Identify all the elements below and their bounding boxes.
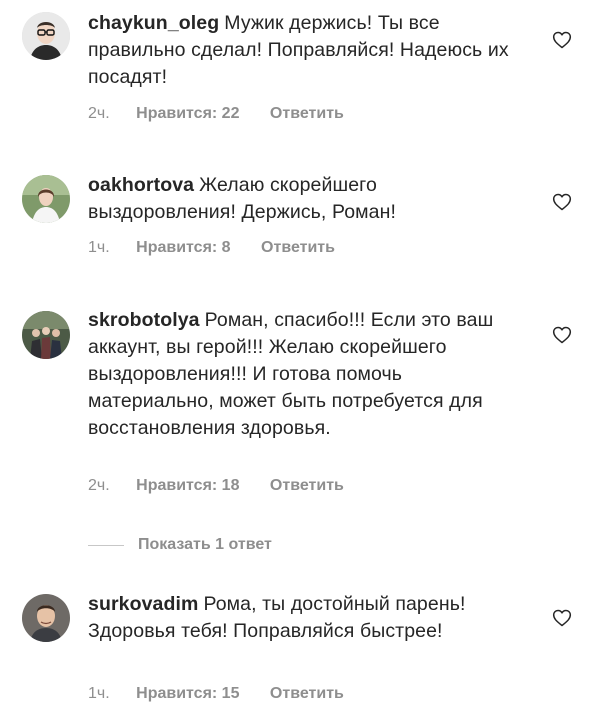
comment-likes[interactable]: Нравится: 22 [136, 105, 239, 123]
comment-username[interactable]: skrobotolya [88, 309, 200, 331]
avatar-people-group-image [22, 311, 70, 359]
reply-button[interactable]: Ответить [270, 105, 344, 123]
comment-time[interactable]: 2ч. [88, 477, 110, 495]
comment-username[interactable]: surkovadim [88, 593, 198, 615]
comment-likes[interactable]: Нравится: 8 [136, 239, 230, 257]
comment-likes[interactable]: Нравится: 15 [136, 685, 239, 703]
avatar-surkovadim[interactable] [22, 594, 70, 642]
reply-button[interactable]: Ответить [270, 685, 344, 703]
avatar-oakhortova[interactable] [22, 175, 70, 223]
avatar-chaykun-oleg[interactable] [22, 12, 70, 60]
comment-meta: 1ч. Нравится: 8 Ответить [88, 239, 335, 257]
comment-username[interactable]: chaykun_oleg [88, 12, 219, 34]
avatar-woman-outdoors-image [22, 175, 70, 223]
comment-time[interactable]: 1ч. [88, 239, 110, 257]
comment-time[interactable]: 2ч. [88, 105, 110, 123]
heart-icon[interactable] [552, 30, 572, 50]
comment-body: chaykun_oleg Мужик держись! Ты все правил… [88, 10, 528, 91]
heart-icon[interactable] [552, 192, 572, 212]
avatar-skrobotolya[interactable] [22, 311, 70, 359]
comment-time[interactable]: 1ч. [88, 685, 110, 703]
comment-meta: 1ч. Нравится: 15 Ответить [88, 685, 344, 703]
comment-body: oakhortova Желаю скорейшего выздоровления… [88, 172, 528, 226]
heart-icon[interactable] [552, 608, 572, 628]
replies-divider [88, 544, 124, 546]
comment-meta: 2ч. Нравится: 18 Ответить [88, 477, 344, 495]
avatar-man-glasses-image [22, 12, 70, 60]
view-replies-label[interactable]: Показать 1 ответ [138, 536, 272, 554]
reply-button[interactable]: Ответить [261, 239, 335, 257]
avatar-man-portrait-image [22, 594, 70, 642]
comment-body: skrobotolya Роман, спасибо!!! Если это ва… [88, 307, 528, 442]
heart-icon[interactable] [552, 325, 572, 345]
comment-username[interactable]: oakhortova [88, 174, 194, 196]
comment-meta: 2ч. Нравится: 22 Ответить [88, 105, 344, 123]
comment-likes[interactable]: Нравится: 18 [136, 477, 239, 495]
comment-body: surkovadim Рома, ты достойный парень! Здо… [88, 591, 528, 645]
reply-button[interactable]: Ответить [270, 477, 344, 495]
view-replies-button[interactable]: Показать 1 ответ [88, 535, 272, 555]
